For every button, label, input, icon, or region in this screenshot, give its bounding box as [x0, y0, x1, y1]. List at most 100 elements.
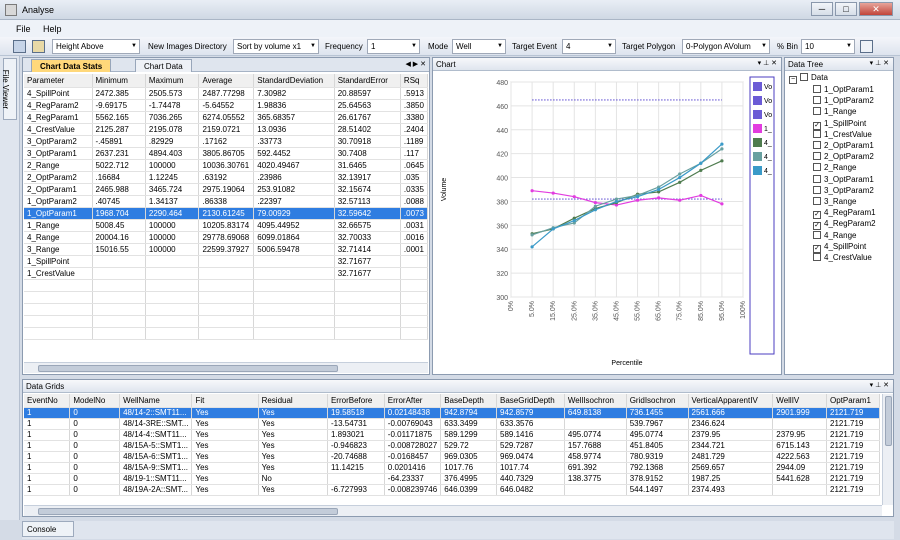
tree-item[interactable]: 4_Range	[813, 230, 856, 241]
tree-item-checkbox[interactable]	[813, 85, 821, 93]
grids-col-header[interactable]: ModelNo	[69, 394, 121, 408]
data-point[interactable]	[593, 201, 597, 205]
tree-item-checkbox[interactable]	[813, 185, 821, 194]
chart-icon[interactable]	[860, 40, 873, 53]
grids-col-header[interactable]: BaseDepth	[440, 394, 497, 408]
data-point[interactable]	[593, 204, 597, 208]
data-point[interactable]	[635, 195, 640, 199]
data-grids[interactable]: EventNo ModelNo WellName Fit Residual ErrorBe…	[24, 394, 880, 505]
tree-item-checkbox[interactable]	[813, 152, 821, 161]
grids-col-header[interactable]: ErrorAfter	[384, 394, 442, 408]
grids-col-header[interactable]: WellName	[119, 394, 193, 408]
data-point[interactable]	[614, 199, 619, 204]
data-point[interactable]	[530, 233, 534, 237]
data-point[interactable]	[678, 180, 682, 184]
stats-row[interactable]: 1_OptParam1 1968.704 2290.464 2130.61245 79.…	[24, 207, 428, 220]
grids-row[interactable]: 1 0 48/15A-9::SMT1... Yes Yes 11.14215 0.02014…	[24, 462, 880, 474]
grids-col-header[interactable]: OptParam1	[826, 394, 880, 408]
stats-row[interactable]: 4_CrestValue 2125.287 2195.078 2159.0721 13.…	[24, 123, 428, 136]
tree-item-checkbox[interactable]: ✓	[813, 222, 821, 231]
tree-item[interactable]: 2_Range	[813, 163, 856, 173]
stats-row[interactable]: 4_RegParam1 5562.165 7036.265 6274.05552 365…	[24, 111, 428, 124]
tab-chart-data[interactable]: Chart Data	[135, 59, 192, 72]
grids-row[interactable]: 1 0 48/14-3RE::SMT... Yes Yes -13.54731 -0.007…	[24, 418, 880, 430]
chart-svg[interactable]: 300 320 340 360 380 400 420 440 460 480 0% 5.0% 15.0…	[434, 72, 782, 374]
data-point[interactable]	[635, 198, 640, 202]
stats-row[interactable]: 2_OptParam2.16684 1.12245.63192.23986 32.1…	[24, 171, 428, 184]
tree-item-checkbox[interactable]	[813, 174, 821, 183]
stats-row[interactable]: 3_OptParam1 2637.231 4894.403 3805.86705 592…	[24, 147, 428, 160]
tree-item-checkbox[interactable]	[813, 96, 821, 105]
stats-row[interactable]: 1_Range 5008.45 100000 10205.83174 4095.4495…	[24, 219, 428, 232]
grids-row[interactable]: 1 0 48/19-1::SMT11... Yes No -64.23337 376.499…	[24, 473, 880, 485]
data-tree-controls[interactable]: ▾ ⊥ ✕	[870, 59, 889, 67]
tab-nav-arrows[interactable]: ◀ ▶ ✕	[405, 60, 426, 68]
tree-item-checkbox[interactable]: ✓	[813, 211, 821, 220]
tree-item-checkbox[interactable]: ✓	[813, 244, 821, 253]
data-point[interactable]	[699, 168, 703, 172]
stats-col-header[interactable]: StandardError	[334, 74, 401, 88]
data-point[interactable]	[593, 208, 597, 212]
height-combo[interactable]: Height Above ▼	[52, 39, 140, 54]
tree-item-checkbox[interactable]	[813, 141, 821, 149]
stats-row[interactable]: 4_RegParam2 -9.69175 -1.74478 -5.64552 1.988…	[24, 99, 428, 112]
grids-row[interactable]: 1 0 48/15A-5::SMT1... Yes Yes -0.946823 -0.008…	[24, 440, 880, 452]
menu-help[interactable]: Help	[43, 24, 62, 34]
stats-hscroll[interactable]	[24, 362, 428, 373]
grids-col-header[interactable]: WellIV	[772, 394, 828, 408]
export-icon[interactable]	[32, 40, 45, 53]
grids-col-header[interactable]: EventNo	[24, 394, 71, 408]
data-point[interactable]	[657, 187, 661, 192]
stats-col-header[interactable]: RSq	[400, 74, 428, 88]
tree-root-checkbox[interactable]	[800, 73, 808, 81]
collapse-icon[interactable]: −	[789, 76, 797, 84]
menu-file[interactable]: File	[16, 24, 31, 34]
tree-item[interactable]: 2_OptParam1	[813, 141, 874, 151]
stats-row[interactable]: 1_OptParam2.40745 1.34137.86338.22397 32.5…	[24, 195, 428, 208]
tree-item-checkbox[interactable]	[813, 230, 821, 239]
stats-row[interactable]: 3_OptParam2 -.45891.82929.17162.33773 30.7…	[24, 135, 428, 148]
tree-item-checkbox[interactable]	[813, 107, 821, 116]
save-icon[interactable]	[13, 40, 26, 53]
tree-item[interactable]: 3_OptParam2	[813, 185, 874, 196]
grids-col-header[interactable]: VerticalApparentIV	[688, 394, 774, 408]
maximize-button[interactable]: □	[835, 2, 857, 16]
mode-combo[interactable]: Well ▼	[452, 39, 506, 54]
frequency-combo[interactable]: 1 ▼	[367, 39, 420, 54]
tree-item-checkbox[interactable]	[813, 197, 821, 205]
data-point[interactable]	[530, 189, 534, 193]
grids-col-header[interactable]: BaseGridDepth	[496, 394, 565, 408]
grids-col-header[interactable]: ErrorBefore	[327, 394, 385, 408]
data-point[interactable]	[551, 227, 555, 231]
data-point[interactable]	[678, 198, 682, 202]
tree-item[interactable]: 1_OptParam1	[813, 85, 874, 95]
tree-item-checkbox[interactable]	[813, 129, 821, 138]
data-point[interactable]	[572, 218, 576, 223]
sort-combo[interactable]: Sort by volume x1 ▼	[233, 39, 319, 54]
grids-col-header[interactable]: GridIsochron	[626, 394, 689, 408]
tree-item[interactable]: 1_CrestValue	[813, 129, 872, 140]
stats-col-header[interactable]: Minimum	[92, 74, 146, 88]
stats-row[interactable]: 4_Range 20004.16 100000 29778.69068 6099.018…	[24, 231, 428, 244]
stats-row[interactable]: 2_OptParam1 2465.988 3465.724 2975.19064 253…	[24, 183, 428, 196]
tree-item[interactable]: 4_CrestValue	[813, 253, 872, 263]
stats-row[interactable]: 2_Range 5022.712 100000 10036.30761 4020.494…	[24, 159, 428, 172]
chart-panel-controls[interactable]: ▾ ⊥ ✕	[758, 59, 777, 67]
tree-item[interactable]: 1_OptParam2	[813, 96, 874, 106]
tree-item[interactable]: ✓ 4_RegParam2	[813, 219, 876, 231]
tree-item[interactable]: ✓ 4_SpillPoint	[813, 242, 866, 253]
tree-item[interactable]: ✓ 1_SpillPoint	[813, 119, 866, 130]
grids-col-header[interactable]: WellIsochron	[564, 394, 627, 408]
data-point[interactable]	[720, 159, 724, 163]
close-button[interactable]: ✕	[859, 2, 893, 16]
stats-row[interactable]: 1_CrestValue 32.71677	[24, 267, 428, 280]
stats-col-header[interactable]: Maximum	[145, 74, 200, 88]
grids-vscroll[interactable]	[882, 394, 893, 505]
stats-row[interactable]: 3_Range 15016.55 100000 22599.37927 5006.594…	[24, 243, 428, 256]
tree-item-checkbox[interactable]	[813, 163, 821, 172]
tab-chart-data-stats[interactable]: Chart Data Stats	[31, 59, 112, 72]
data-point[interactable]	[551, 191, 555, 195]
tree-item-checkbox[interactable]: ✓	[813, 121, 821, 130]
data-point[interactable]	[678, 175, 682, 180]
data-grids-controls[interactable]: ▾ ⊥ ✕	[870, 381, 889, 389]
